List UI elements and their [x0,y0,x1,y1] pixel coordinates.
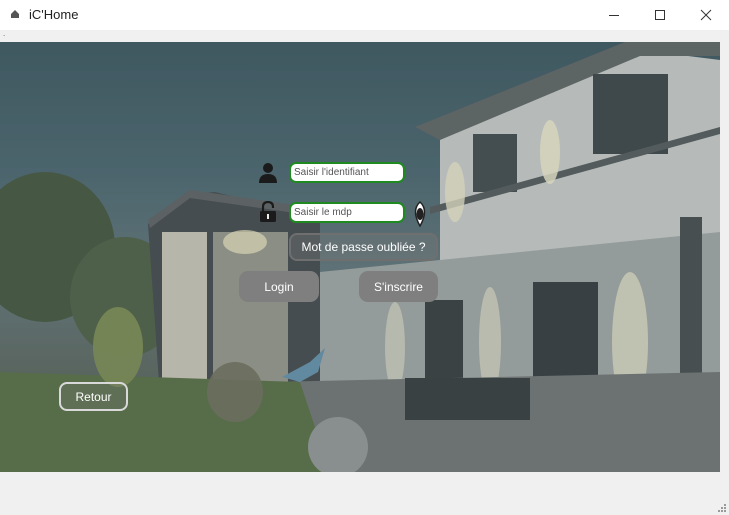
password-input[interactable] [289,202,405,223]
maximize-button[interactable] [637,0,683,30]
user-icon [259,163,277,183]
signup-label: S'inscrire [374,279,423,294]
back-label: Retour [75,389,112,404]
forgot-password-label: Mot de passe oubliée ? [301,240,426,254]
menu-strip: . [0,30,729,42]
show-password-button[interactable] [409,201,431,227]
login-button[interactable]: Login [239,271,319,302]
back-button[interactable]: Retour [59,382,128,411]
resize-grip-icon[interactable] [716,502,727,513]
login-label: Login [264,279,294,294]
app-icon [11,10,19,18]
minimize-button[interactable] [591,0,637,30]
window-title: iC'Home [29,7,79,22]
title-bar: iC'Home [0,0,729,30]
show-password-icon [414,201,426,227]
close-icon [700,9,712,21]
identifier-input[interactable] [289,162,405,183]
close-button[interactable] [683,0,729,30]
forgot-password-button[interactable]: Mot de passe oubliée ? [289,233,438,261]
menu-strip-marker: . [3,29,6,38]
signup-button[interactable]: S'inscrire [359,271,438,302]
lock-icon [260,201,276,222]
minimize-icon [609,15,619,16]
maximize-icon [655,10,665,20]
